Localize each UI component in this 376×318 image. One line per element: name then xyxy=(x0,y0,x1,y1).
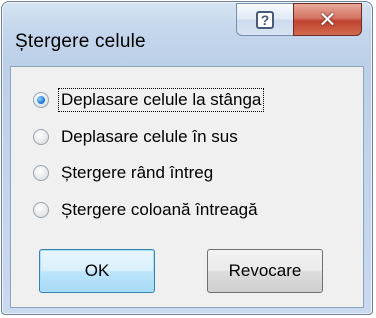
option-label[interactable]: Ștergere rând întreg xyxy=(59,162,215,184)
radio-button[interactable] xyxy=(33,129,49,145)
option-shift-left[interactable]: Deplasare celule la stânga xyxy=(33,85,265,115)
option-label[interactable]: Ștergere coloană întreagă xyxy=(59,199,260,221)
option-label[interactable]: Deplasare celule la stânga xyxy=(57,88,265,112)
dialog-title: Ștergere celule xyxy=(15,31,146,52)
title-bar-buttons: ? ✕ xyxy=(236,3,362,37)
close-button[interactable]: ✕ xyxy=(293,3,362,36)
dialog-body: Deplasare celule la stânga Deplasare cel… xyxy=(10,66,364,308)
close-icon: ✕ xyxy=(318,6,337,32)
radio-selected-dot xyxy=(37,96,45,104)
radio-button[interactable] xyxy=(33,165,49,181)
help-button[interactable]: ? xyxy=(236,3,293,36)
option-delete-column[interactable]: Ștergere coloană întreagă xyxy=(33,195,260,225)
option-shift-up[interactable]: Deplasare celule în sus xyxy=(33,122,240,152)
option-delete-row[interactable]: Ștergere rând întreg xyxy=(33,158,215,188)
radio-button[interactable] xyxy=(33,202,49,218)
option-label[interactable]: Deplasare celule în sus xyxy=(59,126,240,148)
cancel-button[interactable]: Revocare xyxy=(207,249,323,293)
radio-button[interactable] xyxy=(33,92,49,108)
ok-button[interactable]: OK xyxy=(39,249,155,293)
help-icon: ? xyxy=(256,10,274,29)
dialog-window: Ștergere celule ? ✕ Deplasare celule la … xyxy=(1,1,373,315)
